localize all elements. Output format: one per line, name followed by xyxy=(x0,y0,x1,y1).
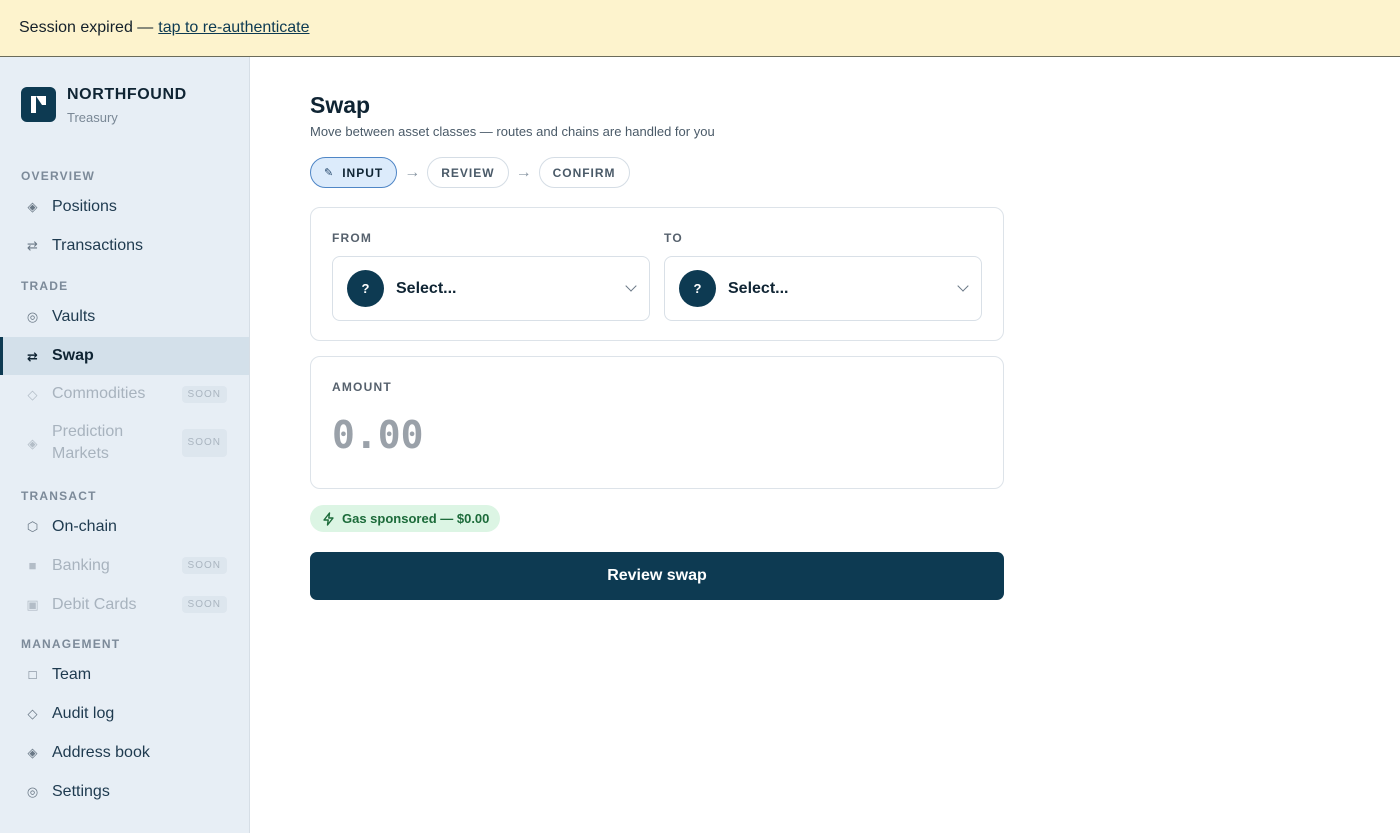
arrow-right-icon: → xyxy=(515,163,532,181)
arrows-icon: ⇄ xyxy=(27,238,38,253)
section-overview: OVERVIEW xyxy=(21,169,96,183)
sidebar-item-label: Transactions xyxy=(52,236,143,254)
diamond-outline-icon: ◇ xyxy=(27,386,38,402)
brand-logo-icon xyxy=(21,87,56,122)
brand-name: NORTHFOUND xyxy=(67,86,187,103)
swap-icon: ⇄ xyxy=(27,348,38,364)
amount-input[interactable] xyxy=(332,413,972,457)
sidebar-item-label: Swap xyxy=(52,347,94,364)
from-to-card: FROM TO ? Select... ? Select... xyxy=(310,207,1004,341)
brand-subtitle: Treasury xyxy=(67,110,118,125)
sidebar-item-label: Team xyxy=(52,665,92,683)
sidebar-item-label: Debit Cards xyxy=(52,595,137,613)
sidebar-item-prediction-markets: ◈ Prediction Markets SOON xyxy=(0,417,249,469)
arrow-right-icon: → xyxy=(404,163,421,181)
sidebar: NORTHFOUND Treasury OVERVIEW ◈ Positions… xyxy=(0,57,250,833)
step-input[interactable]: ✎ INPUT xyxy=(310,157,398,188)
sidebar-item-label: Positions xyxy=(52,197,117,215)
sidebar-item-label: Vaults xyxy=(52,307,96,325)
banner-text: Session expired — xyxy=(19,19,154,36)
page-subtitle: Move between asset classes — routes and … xyxy=(310,124,715,139)
reauth-link[interactable]: tap to re-authenticate xyxy=(158,19,309,37)
section-trade: TRADE xyxy=(21,279,69,293)
step-confirm[interactable]: CONFIRM xyxy=(538,157,630,188)
session-banner: Session expired — tap to re-authenticate xyxy=(0,0,1400,57)
sidebar-item-positions[interactable]: ◈ Positions xyxy=(0,187,249,226)
sidebar-item-label: Commodities xyxy=(52,385,146,402)
sidebar-item-label: Audit log xyxy=(52,704,115,722)
amount-card: AMOUNT xyxy=(310,356,1004,489)
sidebar-item-banking: ■ Banking SOON xyxy=(0,546,249,585)
sidebar-item-onchain[interactable]: ⬡ On-chain xyxy=(0,507,249,546)
diamond-outline-icon: ◇ xyxy=(27,706,38,721)
soon-badge: SOON xyxy=(181,385,227,403)
section-management: MANAGEMENT xyxy=(21,637,121,651)
diamond-icon: ◈ xyxy=(27,745,38,760)
soon-badge: SOON xyxy=(181,429,227,457)
sidebar-item-vaults[interactable]: ◎ Vaults xyxy=(0,297,249,336)
sidebar-item-label: Banking xyxy=(52,556,110,574)
sidebar-item-address-book[interactable]: ◈ Address book xyxy=(0,733,249,772)
amount-label: AMOUNT xyxy=(332,380,392,394)
stepper: ✎ INPUT → REVIEW → CONFIRM xyxy=(310,157,630,188)
unknown-asset-icon: ? xyxy=(679,270,716,307)
sidebar-item-settings[interactable]: ◎ Settings xyxy=(0,772,249,811)
from-label: FROM xyxy=(332,231,373,245)
diamond-icon: ◈ xyxy=(27,199,38,214)
section-transact: TRANSACT xyxy=(21,489,97,503)
from-asset-select[interactable]: ? Select... xyxy=(332,256,650,321)
sidebar-item-transactions[interactable]: ⇄ Transactions xyxy=(0,226,249,265)
from-select-value: Select... xyxy=(396,279,457,297)
sidebar-item-debit-cards: ▣ Debit Cards SOON xyxy=(0,585,249,624)
sidebar-item-audit-log[interactable]: ◇ Audit log xyxy=(0,694,249,733)
brand[interactable]: NORTHFOUND Treasury xyxy=(21,85,187,125)
pencil-icon: ✎ xyxy=(324,167,335,179)
unknown-asset-icon: ? xyxy=(347,270,384,307)
to-asset-select[interactable]: ? Select... xyxy=(664,256,982,321)
to-select-value: Select... xyxy=(728,279,789,297)
card-icon: ▣ xyxy=(26,597,39,612)
sidebar-item-label: Settings xyxy=(52,782,110,800)
square-icon: ■ xyxy=(28,558,37,573)
sidebar-item-label: Prediction Markets xyxy=(52,423,124,462)
diamond-icon: ◈ xyxy=(27,435,38,451)
ring-icon: ◎ xyxy=(26,309,39,324)
ring-icon: ◎ xyxy=(26,784,39,799)
sidebar-item-label: On-chain xyxy=(52,517,117,535)
gas-sponsored-badge: Gas sponsored — $0.00 xyxy=(310,505,501,532)
lightning-icon xyxy=(323,511,334,526)
chevron-down-icon xyxy=(957,280,969,292)
gas-sponsored-text: Gas sponsored — $0.00 xyxy=(342,511,490,526)
sidebar-item-label: Address book xyxy=(52,743,150,761)
hexagon-icon: ⬡ xyxy=(26,519,39,534)
chevron-down-icon xyxy=(625,280,637,292)
square-outline-icon: □ xyxy=(28,667,37,682)
review-swap-button[interactable]: Review swap xyxy=(310,552,1004,600)
sidebar-item-commodities: ◇ Commodities SOON xyxy=(0,375,249,413)
page-title: Swap xyxy=(310,92,371,118)
sidebar-item-team[interactable]: □ Team xyxy=(0,655,249,694)
to-label: TO xyxy=(664,231,683,245)
soon-badge: SOON xyxy=(181,596,227,613)
soon-badge: SOON xyxy=(181,557,227,574)
sidebar-item-swap[interactable]: ⇄ Swap xyxy=(0,337,249,375)
step-review[interactable]: REVIEW xyxy=(427,157,509,188)
